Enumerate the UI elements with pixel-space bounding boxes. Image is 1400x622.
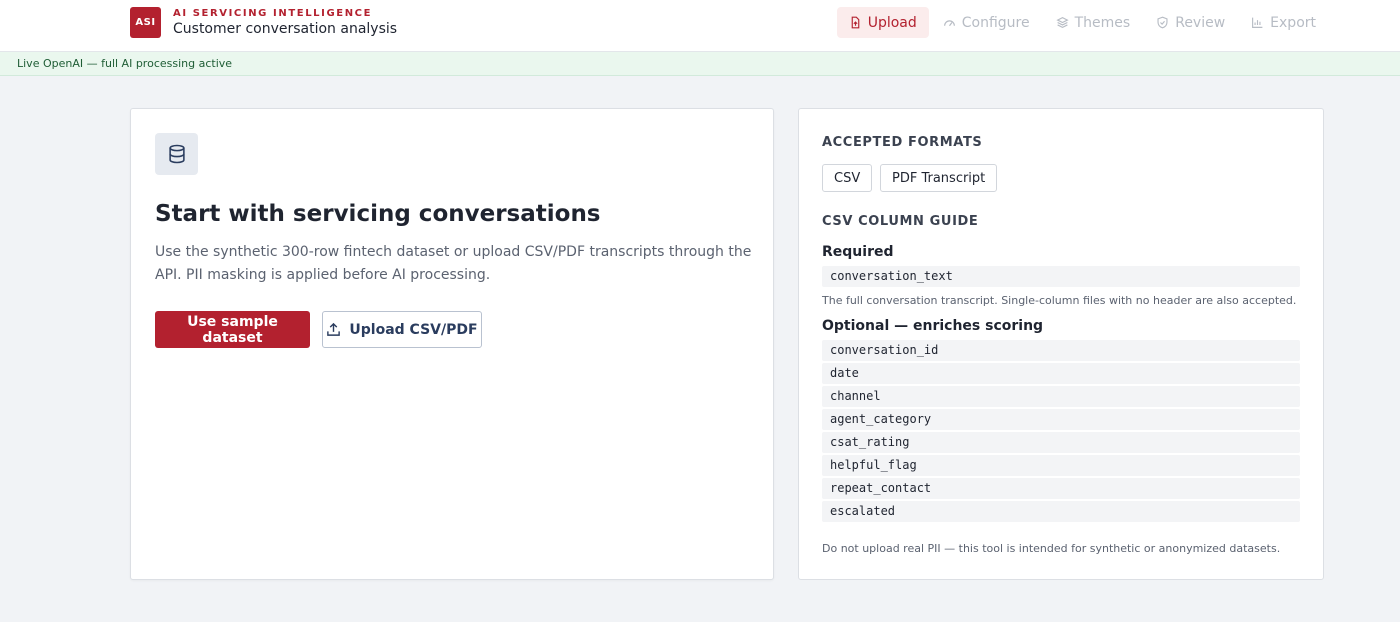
nav-themes[interactable]: Themes <box>1044 7 1143 38</box>
optional-column: date <box>822 363 1300 384</box>
nav-export[interactable]: Export <box>1239 7 1328 38</box>
start-card: Start with servicing conversations Use t… <box>130 108 774 580</box>
database-icon <box>168 144 185 164</box>
optional-column: csat_rating <box>822 432 1300 453</box>
status-banner: Live OpenAI — full AI processing active <box>0 52 1400 76</box>
format-guide-card: ACCEPTED FORMATS CSV PDF Transcript CSV … <box>798 108 1324 580</box>
optional-column: channel <box>822 386 1300 407</box>
required-note: The full conversation transcript. Single… <box>822 294 1297 307</box>
database-tile <box>155 133 198 175</box>
nav-configure[interactable]: Configure <box>931 7 1042 38</box>
optional-column: escalated <box>822 501 1300 522</box>
optional-column: helpful_flag <box>822 455 1300 476</box>
format-chip-pdf: PDF Transcript <box>880 164 998 192</box>
layers-icon <box>1055 16 1069 29</box>
optional-column: repeat_contact <box>822 478 1300 499</box>
optional-label: Optional — enriches scoring <box>822 318 1044 334</box>
app-eyebrow: AI SERVICING INTELLIGENCE <box>173 8 373 19</box>
nav-upload[interactable]: Upload <box>836 7 929 38</box>
optional-column: agent_category <box>822 409 1300 430</box>
app-title: Customer conversation analysis <box>173 21 398 37</box>
optional-column: conversation_id <box>822 340 1300 361</box>
accepted-formats-heading: ACCEPTED FORMATS <box>822 135 983 150</box>
upload-button-label: Upload CSV/PDF <box>349 321 478 338</box>
top-bar: ASI AI SERVICING INTELLIGENCE Customer c… <box>0 0 1400 52</box>
app-logo: ASI <box>130 7 161 38</box>
step-nav: Upload Configure Themes Review Export <box>835 7 1328 38</box>
nav-label: Upload <box>867 14 917 31</box>
nav-label: Themes <box>1074 14 1131 31</box>
nav-label: Review <box>1175 14 1226 31</box>
bar-chart-icon <box>1252 17 1263 28</box>
gauge-icon <box>943 20 955 27</box>
nav-review[interactable]: Review <box>1144 7 1237 38</box>
required-column: conversation_text <box>822 266 1300 287</box>
nav-label: Export <box>1270 14 1316 31</box>
required-label: Required <box>822 244 894 260</box>
start-description: Use the synthetic 300-row fintech datase… <box>155 244 752 283</box>
pii-disclaimer: Do not upload real PII — this tool is in… <box>822 542 1281 555</box>
file-upload-icon <box>851 16 860 29</box>
nav-label: Configure <box>961 14 1030 31</box>
column-guide-heading: CSV COLUMN GUIDE <box>822 214 979 229</box>
use-sample-dataset-button[interactable]: Use sample dataset <box>155 311 310 348</box>
upload-csv-pdf-button[interactable]: Upload CSV/PDF <box>322 311 482 348</box>
format-chip-csv: CSV <box>822 164 873 192</box>
upload-icon <box>327 322 341 336</box>
start-title: Start with servicing conversations <box>155 201 601 227</box>
shield-check-icon <box>1157 16 1168 29</box>
